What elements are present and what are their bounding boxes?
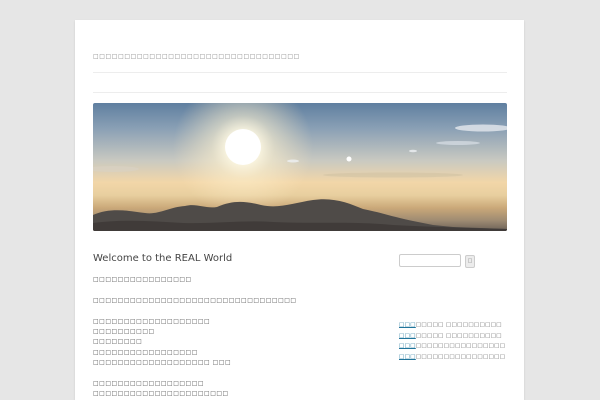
recent-posts-list: □□□□□□□□ □□□□□□□□□□ □□□□□□□□ □□□□□□□□□□ … (399, 322, 509, 364)
recent-post-item: □□□□□□□□ □□□□□□□□□□ (399, 322, 509, 333)
search-button[interactable]: □ (465, 255, 475, 268)
header-image (93, 103, 507, 231)
post-line: □□□□□□□□□□□□□□□□□□□□□□ (93, 390, 229, 398)
post-line: □□□□□□□□□□□□□□□□□□□□□□□□□□□□□□□□□ (93, 296, 297, 304)
recent-post-link[interactable]: □□□ (399, 333, 416, 339)
post-content: □□□□□□□□□□□□□□□□ □□□□□□□□□□□□□□□□□□□□□□□… (93, 275, 363, 400)
post-line: □□□□□□□□□□□□□□□□□□ (93, 379, 205, 387)
header-divider-top (93, 72, 507, 73)
recent-post-link[interactable]: □□□ (399, 343, 416, 349)
recent-post-item: □□□□□□□□ □□□□□□□□□□ (399, 333, 509, 344)
post-line: □□□□□□□□□□□□□□□□□ (93, 348, 198, 356)
post-line: □□□□□□□□□□□□□□□□□□□ (93, 317, 211, 325)
post-line: □□□□□□□□□□ (93, 327, 155, 335)
sunrise-landscape-graphic (93, 103, 507, 231)
site-tagline: □□□□□□□□□□□□□□□□□□□□□□□□□□□□□□□□□ (93, 53, 300, 60)
post-line: □□□□□□□□□□□□□□□□□□□ □□□ (93, 359, 232, 367)
recent-post-link[interactable]: □□□ (399, 354, 416, 360)
post-title[interactable]: Welcome to the REAL World (93, 253, 232, 264)
recent-post-item: □□□□□□□□□□□□□□□□□□□ (399, 343, 509, 354)
search-input[interactable] (399, 254, 461, 267)
recent-post-text: □□□□□□□□□□□□□□□□ (415, 353, 506, 360)
recent-post-item: □□□□□□□□□□□□□□□□□□□ (399, 354, 509, 365)
post-line: □□□□□□□□ (93, 338, 143, 346)
recent-post-link[interactable]: □□□ (399, 322, 416, 328)
recent-post-text: □□□□□ □□□□□□□□□□ (415, 322, 502, 328)
recent-post-text: □□□□□ □□□□□□□□□□ (415, 332, 502, 339)
page-card: □□□□□□□□□□□□□□□□□□□□□□□□□□□□□□□□□ Welcom… (75, 20, 524, 400)
header-divider-bottom (93, 92, 507, 93)
recent-post-text: □□□□□□□□□□□□□□□□ (415, 343, 506, 349)
post-line: □□□□□□□□□□□□□□□□ (93, 276, 192, 283)
